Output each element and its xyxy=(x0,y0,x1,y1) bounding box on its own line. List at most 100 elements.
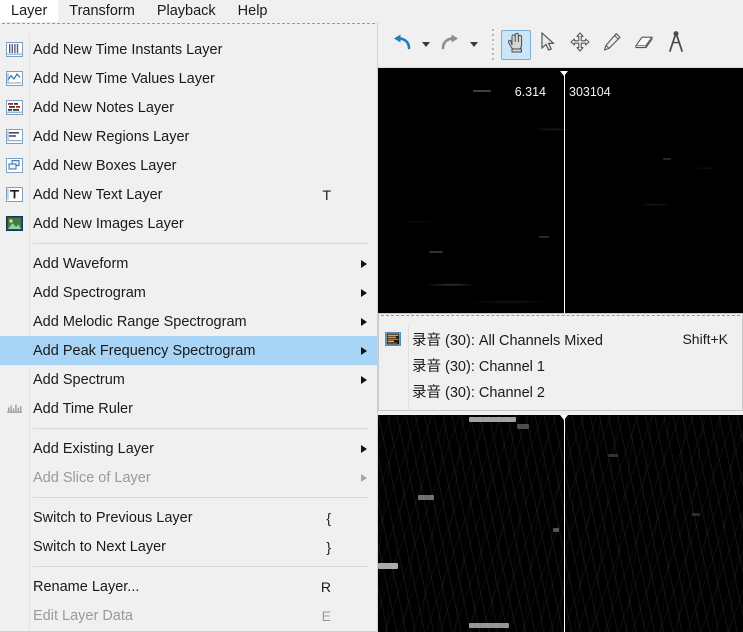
playhead-time-readout: 6.314 xyxy=(514,85,546,99)
menubar-item-playback[interactable]: Playback xyxy=(146,0,227,22)
text-icon xyxy=(2,185,26,205)
menu-item-label: Add Existing Layer xyxy=(33,440,154,457)
eraser-icon xyxy=(633,33,655,56)
menu-add-time-ruler[interactable]: Add Time Ruler xyxy=(0,394,377,423)
spectrogram-blip xyxy=(516,423,529,429)
menu-switch-to-previous-layer[interactable]: Switch to Previous Layer { xyxy=(0,503,377,532)
measure-tool-button[interactable] xyxy=(661,30,691,60)
spectrogram-pane-lower[interactable] xyxy=(378,415,743,632)
spectrogram-blip xyxy=(418,495,435,501)
menubar-item-layer[interactable]: Layer xyxy=(0,0,59,22)
menubar-item-transform[interactable]: Transform xyxy=(58,0,146,22)
menu-add-new-boxes-layer[interactable]: Add New Boxes Layer xyxy=(0,151,377,180)
menu-add-slice-of-layer: Add Slice of Layer xyxy=(0,463,377,492)
menu-add-new-time-values-layer[interactable]: Add New Time Values Layer xyxy=(0,64,377,93)
redo-dropdown-button[interactable] xyxy=(466,30,482,60)
menu-add-waveform[interactable]: Add Waveform xyxy=(0,249,377,278)
menu-item-label: Add New Time Values Layer xyxy=(33,70,215,87)
menu-item-label: Add New Regions Layer xyxy=(33,128,190,145)
chevron-right-icon xyxy=(361,473,367,482)
undo-button[interactable] xyxy=(387,30,417,60)
spectrogram-blip xyxy=(469,623,510,629)
spectrogram-pane-upper[interactable]: 6.314 303104 xyxy=(378,71,743,314)
main-toolbar xyxy=(378,22,743,68)
spectrogram-blip xyxy=(538,236,549,239)
menu-separator xyxy=(33,428,369,429)
spectrogram-blip xyxy=(378,562,398,569)
playhead-frame-readout: 303104 xyxy=(569,85,611,99)
menu-separator xyxy=(33,243,369,244)
chevron-right-icon xyxy=(361,288,367,297)
menu-item-accel: T xyxy=(322,186,331,203)
chevron-right-icon xyxy=(361,259,367,268)
regions-icon xyxy=(2,127,26,147)
move-icon xyxy=(570,32,590,57)
playhead-lower[interactable] xyxy=(560,415,568,632)
submenu-channel-1[interactable]: 录音 (30): Channel 1 xyxy=(379,352,742,378)
spectrogram-blip xyxy=(429,250,444,253)
menu-add-new-regions-layer[interactable]: Add New Regions Layer xyxy=(0,122,377,151)
undo-icon xyxy=(391,33,413,56)
dividers-icon xyxy=(666,31,686,58)
redo-button[interactable] xyxy=(435,30,465,60)
edit-tool-button[interactable] xyxy=(565,30,595,60)
submenu-channel-2[interactable]: 录音 (30): Channel 2 xyxy=(379,378,742,404)
menu-item-label: Add New Boxes Layer xyxy=(33,157,177,174)
menu-rename-layer[interactable]: Rename Layer... R xyxy=(0,572,377,601)
submenu-all-channels-mixed[interactable]: 录音 (30): All Channels Mixed Shift+K xyxy=(379,326,742,352)
menu-add-new-time-instants-layer[interactable]: Add New Time Instants Layer xyxy=(0,35,377,64)
spectrogram-blip xyxy=(553,527,560,532)
boxes-icon xyxy=(2,156,26,176)
playhead-upper[interactable] xyxy=(560,71,568,314)
spectrogram-noise-upper xyxy=(378,71,743,314)
chevron-right-icon xyxy=(361,444,367,453)
navigate-tool-button[interactable] xyxy=(501,29,531,60)
menu-item-accel: E xyxy=(321,607,331,624)
pointer-icon xyxy=(540,31,556,57)
submenu-tearoff-handle[interactable] xyxy=(381,315,740,325)
menu-add-melodic-range-spectrogram[interactable]: Add Melodic Range Spectrogram xyxy=(0,307,377,336)
menu-add-existing-layer[interactable]: Add Existing Layer xyxy=(0,434,377,463)
time-values-icon xyxy=(2,69,26,89)
menu-add-new-text-layer[interactable]: T Add New Text Layer xyxy=(0,180,377,209)
menu-item-label: Add Peak Frequency Spectrogram xyxy=(33,342,256,359)
menu-add-new-images-layer[interactable]: Add New Images Layer xyxy=(0,209,377,238)
redo-icon xyxy=(439,33,461,56)
menu-item-label: Add New Notes Layer xyxy=(33,99,175,116)
submenu-item-label: 录音 (30): Channel 1 xyxy=(412,358,545,375)
layer-dropdown-menu: Add New Time Instants Layer Add New Time… xyxy=(0,22,378,632)
menu-add-peak-frequency-spectrogram[interactable]: Add Peak Frequency Spectrogram xyxy=(0,336,377,365)
draw-tool-button[interactable] xyxy=(597,30,627,60)
menu-tearoff-handle[interactable] xyxy=(2,23,375,33)
submenu-item-label: 录音 (30): All Channels Mixed xyxy=(412,332,603,349)
menu-item-label: Add Time Ruler xyxy=(33,400,133,417)
spectrogram-icon xyxy=(383,330,403,348)
menu-add-new-notes-layer[interactable]: Add New Notes Layer xyxy=(0,93,377,122)
menu-separator xyxy=(33,566,369,567)
menu-separator xyxy=(33,497,369,498)
peak-frequency-submenu: 录音 (30): All Channels Mixed Shift+K 录音 (… xyxy=(378,313,743,411)
menu-item-label: Switch to Next Layer xyxy=(33,538,166,555)
chevron-right-icon xyxy=(361,346,367,355)
menu-item-label: Add Waveform xyxy=(33,255,129,272)
menu-item-label: Add Melodic Range Spectrogram xyxy=(33,313,247,330)
spectrogram-blip xyxy=(469,417,517,423)
menu-item-label: Rename Layer... xyxy=(33,578,140,595)
menu-item-label: Switch to Previous Layer xyxy=(33,509,193,526)
submenu-item-accel: Shift+K xyxy=(682,331,728,347)
erase-tool-button[interactable] xyxy=(629,30,659,60)
hand-icon xyxy=(506,31,526,58)
menu-item-accel: } xyxy=(326,538,331,555)
menu-add-spectrogram[interactable]: Add Spectrogram xyxy=(0,278,377,307)
select-tool-button[interactable] xyxy=(533,30,563,60)
spectrogram-blip xyxy=(607,454,618,458)
menu-switch-to-next-layer[interactable]: Switch to Next Layer } xyxy=(0,532,377,561)
undo-dropdown-button[interactable] xyxy=(418,30,434,60)
menu-bar: Layer Transform Playback Help xyxy=(0,0,743,22)
menu-item-label: Edit Layer Data xyxy=(33,607,133,624)
menu-edit-layer-data: Edit Layer Data E xyxy=(0,601,377,630)
menu-item-label: Add Spectrum xyxy=(33,371,125,388)
chevron-right-icon xyxy=(361,375,367,384)
menu-add-spectrum[interactable]: Add Spectrum xyxy=(0,365,377,394)
menubar-item-help[interactable]: Help xyxy=(227,0,279,22)
